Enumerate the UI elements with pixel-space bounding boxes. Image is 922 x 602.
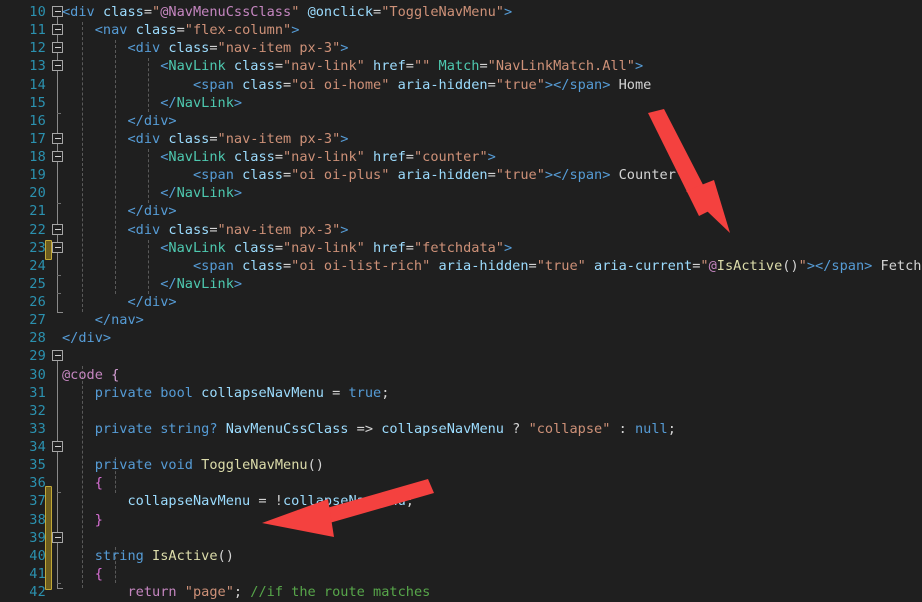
line-number: 38	[29, 512, 46, 528]
line-number: 23	[29, 240, 46, 256]
code-line-15[interactable]: </NavLink>	[62, 94, 242, 112]
code-line-16[interactable]: </div>	[62, 112, 176, 130]
line-number: 22	[29, 222, 46, 238]
line-number: 21	[29, 203, 46, 219]
code-line-41[interactable]: {	[62, 565, 103, 583]
code-line-12[interactable]: <div class="nav-item px-3">	[62, 39, 348, 57]
line-number: 34	[29, 439, 46, 455]
code-line-20[interactable]: </NavLink>	[62, 184, 242, 202]
fold-region-tick	[57, 293, 61, 294]
code-line-19[interactable]: <span class="oi oi-plus" aria-hidden="tr…	[62, 166, 676, 184]
line-number: 30	[29, 367, 46, 383]
code-line-26[interactable]: </div>	[62, 293, 176, 311]
code-line-27[interactable]: </nav>	[62, 311, 144, 329]
fold-region-tick	[57, 492, 61, 493]
line-number: 26	[29, 294, 46, 310]
line-number: 37	[29, 493, 46, 509]
line-number: 29	[29, 348, 46, 364]
fold-region-tick	[57, 113, 61, 114]
line-number: 33	[29, 421, 46, 437]
fold-guide-line	[57, 358, 58, 588]
code-line-33[interactable]: private string? NavMenuCssClass => colla…	[62, 420, 676, 438]
code-line-28[interactable]: </div>	[62, 329, 111, 347]
code-editor-view[interactable]: 10 11 12 13 14 15 16 17 18 19 20 21 22 2…	[0, 0, 922, 602]
line-number: 12	[29, 40, 46, 56]
code-line-24[interactable]: <span class="oi oi-list-rich" aria-hidde…	[62, 257, 922, 275]
line-number: 39	[29, 530, 46, 546]
code-line-18[interactable]: <NavLink class="nav-link" href="counter"…	[62, 148, 496, 166]
line-number: 42	[29, 584, 46, 600]
line-number: 41	[29, 566, 46, 582]
line-number: 36	[29, 475, 46, 491]
line-number: 40	[29, 548, 46, 564]
line-number: 15	[29, 95, 46, 111]
line-number: 17	[29, 131, 46, 147]
line-number: 27	[29, 312, 46, 328]
fold-region-tick	[57, 583, 61, 584]
code-line-30[interactable]: @code {	[62, 366, 119, 384]
code-line-40[interactable]: string IsActive()	[62, 547, 234, 565]
code-line-36[interactable]: {	[62, 474, 103, 492]
line-number: 18	[29, 149, 46, 165]
line-number: 25	[29, 276, 46, 292]
line-number: 28	[29, 330, 46, 346]
code-line-10[interactable]: <div class="@NavMenuCssClass" @onclick="…	[62, 3, 512, 21]
code-line-35[interactable]: private void ToggleNavMenu()	[62, 456, 324, 474]
code-line-31[interactable]: private bool collapseNavMenu = true;	[62, 384, 390, 402]
code-line-21[interactable]: </div>	[62, 202, 176, 220]
code-text-area[interactable]: <div class="@NavMenuCssClass" @onclick="…	[62, 0, 922, 602]
fold-region-tick	[57, 203, 61, 204]
code-line-42[interactable]: return "page"; //if the route matches	[62, 583, 430, 601]
line-number: 32	[29, 403, 46, 419]
line-number: 24	[29, 258, 46, 274]
line-number: 14	[29, 77, 46, 93]
code-line-38[interactable]: }	[62, 511, 103, 529]
line-number: 11	[29, 22, 46, 38]
code-line-11[interactable]: <nav class="flex-column">	[62, 21, 300, 39]
line-number: 10	[29, 4, 46, 20]
code-line-13[interactable]: <NavLink class="nav-link" href="" Match=…	[62, 57, 643, 75]
line-number: 31	[29, 385, 46, 401]
line-number: 19	[29, 167, 46, 183]
change-marker-lines-38-43	[45, 486, 52, 590]
code-line-37[interactable]: collapseNavMenu = !collapseNavMenu;	[62, 492, 413, 510]
line-number: 20	[29, 185, 46, 201]
line-number: 16	[29, 113, 46, 129]
fold-guide-line	[57, 14, 58, 312]
code-line-25[interactable]: </NavLink>	[62, 275, 242, 293]
line-number: 13	[29, 58, 46, 74]
code-line-17[interactable]: <div class="nav-item px-3">	[62, 130, 348, 148]
fold-region-tick	[57, 275, 61, 276]
code-line-14[interactable]: <span class="oi oi-home" aria-hidden="tr…	[62, 76, 651, 94]
change-marker-line-24	[45, 240, 52, 260]
line-number: 35	[29, 457, 46, 473]
code-line-22[interactable]: <div class="nav-item px-3">	[62, 221, 348, 239]
code-line-23[interactable]: <NavLink class="nav-link" href="fetchdat…	[62, 239, 512, 257]
